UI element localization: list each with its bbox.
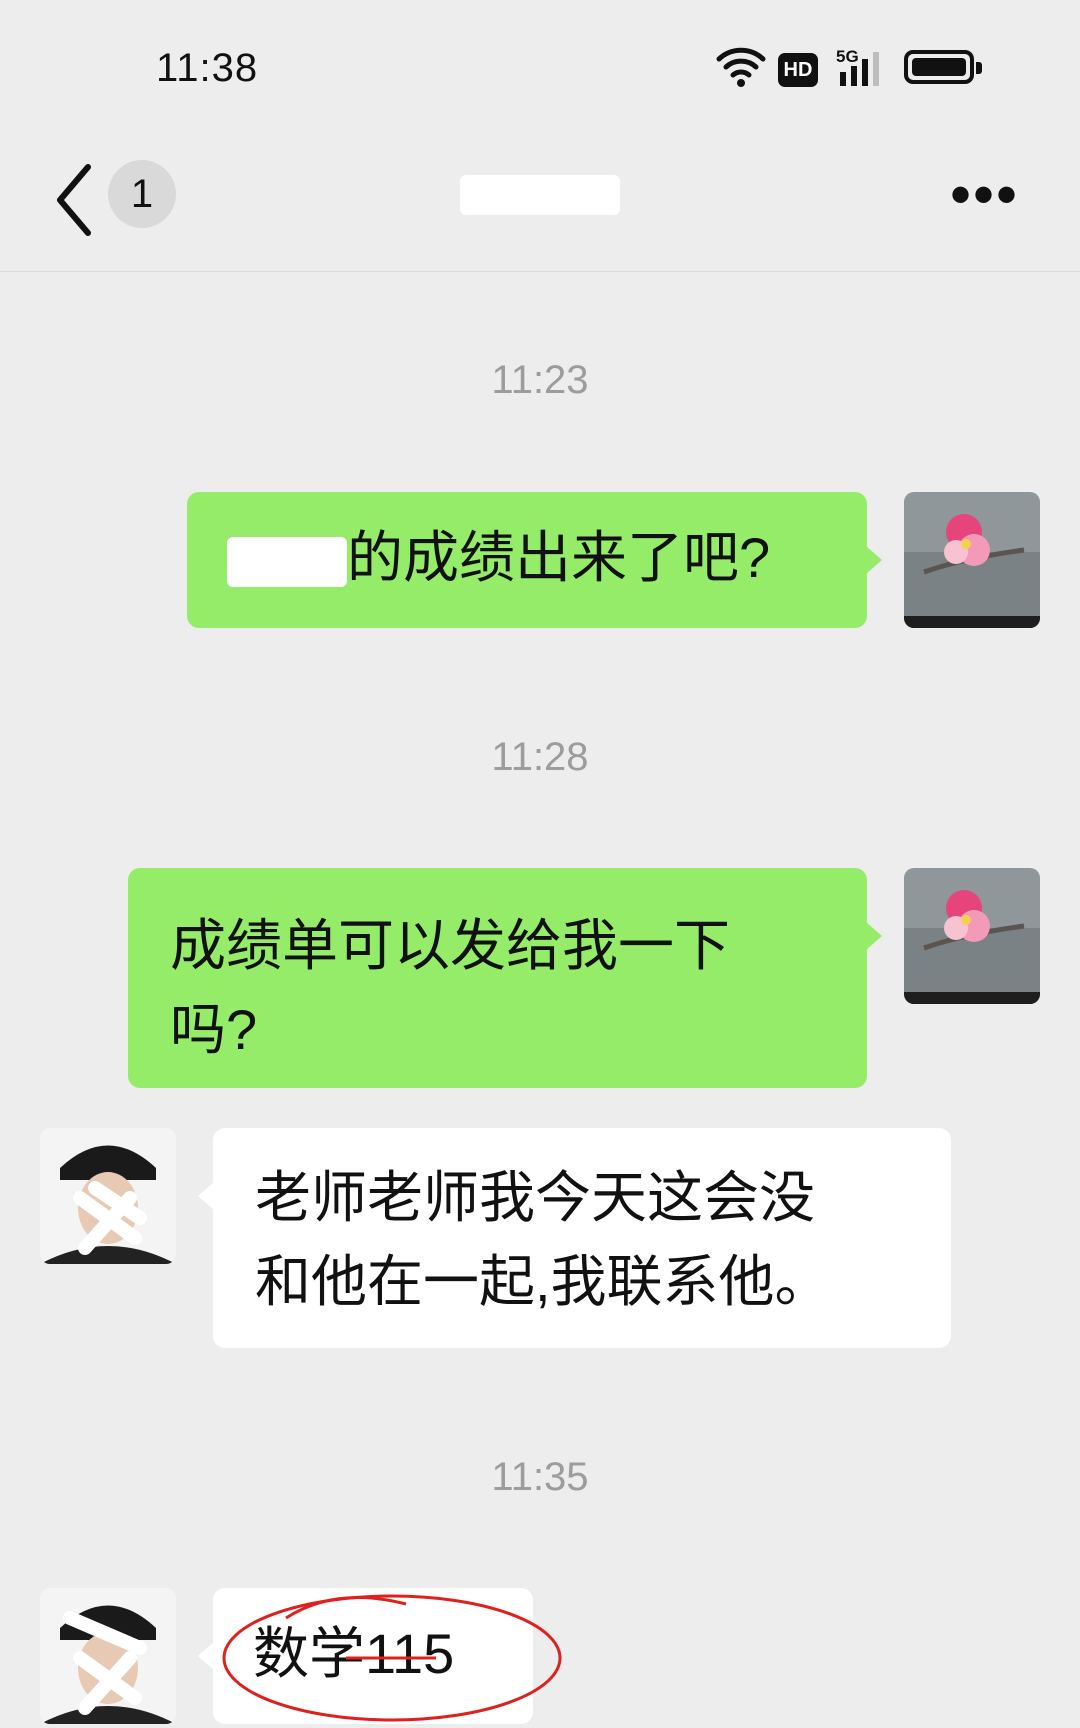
unread-count-badge[interactable]: 1 [108, 160, 176, 228]
bubble-tail [198, 1642, 214, 1670]
message-text-line: 老师老师我今天这会没 [255, 1166, 815, 1229]
avatar-self[interactable] [904, 868, 1040, 1004]
message-bubble-outgoing[interactable]: 成绩单可以发给我一下 吗? [128, 868, 867, 1088]
red-circle-annotation [222, 1594, 562, 1722]
message-text-line: 和他在一起,我联系他。 [255, 1250, 831, 1313]
avatar-self[interactable] [904, 492, 1040, 628]
redacted-name [227, 537, 347, 588]
chat-header: 1 ••• [0, 135, 1080, 272]
more-icon[interactable]: ••• [950, 165, 1019, 225]
status-time: 11:38 [156, 46, 259, 90]
timestamp: 11:28 [491, 735, 589, 779]
message-text-line: 吗? [170, 998, 258, 1061]
signal-icon: 5G [836, 47, 879, 86]
message-bubble-outgoing[interactable]: 的成绩出来了吧? [187, 492, 867, 628]
message-text: 的成绩出来了吧? [347, 526, 771, 589]
avatar-contact[interactable] [40, 1128, 176, 1264]
avatar-contact[interactable] [40, 1588, 176, 1724]
bubble-tail [866, 922, 882, 950]
battery-icon [904, 50, 982, 84]
message-bubble-incoming[interactable]: 老师老师我今天这会没 和他在一起,我联系他。 [213, 1128, 951, 1348]
back-arrow-icon[interactable] [50, 157, 100, 243]
timestamp: 11:23 [491, 358, 589, 402]
chat-title [460, 167, 620, 217]
bubble-tail [866, 546, 882, 574]
hd-badge: HD [778, 53, 818, 87]
timestamp: 11:35 [491, 1455, 589, 1499]
message-text-line: 成绩单可以发给我一下 [170, 914, 730, 977]
wifi-icon [716, 47, 766, 87]
signal-label: 5G [836, 47, 859, 66]
bubble-tail [198, 1182, 214, 1210]
status-bar: 11:38 HD 5G [0, 0, 1080, 135]
